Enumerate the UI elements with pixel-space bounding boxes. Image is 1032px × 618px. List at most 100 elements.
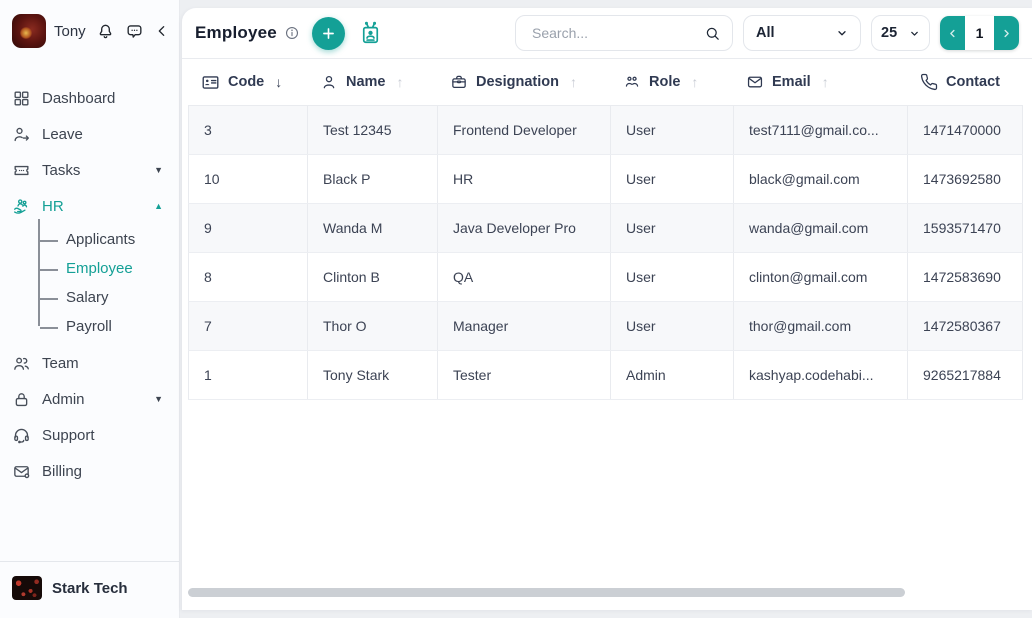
cell-contact: 9265217884: [908, 351, 1023, 399]
sidebar-subitem-salary[interactable]: Salary: [38, 283, 167, 312]
app-root: Tony Dashboard Leave Tasks: [0, 0, 1032, 618]
next-page-button[interactable]: [994, 16, 1019, 50]
table-row[interactable]: 3 Test 12345 Frontend Developer User tes…: [188, 106, 1023, 155]
cell-contact: 1473692580: [908, 155, 1023, 203]
cell-email: black@gmail.com: [734, 155, 908, 203]
user-name: Tony: [54, 23, 87, 40]
table-row[interactable]: 1 Tony Stark Tester Admin kashyap.codeha…: [188, 351, 1023, 400]
sidebar-subitem-applicants[interactable]: Applicants: [38, 225, 167, 254]
collapse-sidebar-button[interactable]: [153, 22, 171, 40]
cell-name: Black P: [308, 155, 438, 203]
column-header-role[interactable]: Role ↑: [610, 73, 733, 91]
column-header-code[interactable]: Code ↓: [188, 73, 307, 92]
cell-name: Clinton B: [308, 253, 438, 301]
users-icon: [623, 73, 641, 91]
id-badge-icon: [357, 18, 384, 48]
sidebar-item-tasks[interactable]: Tasks ▼: [12, 152, 167, 188]
sidebar: Tony Dashboard Leave Tasks: [0, 0, 180, 618]
info-icon[interactable]: [284, 25, 300, 41]
column-label: Contact: [946, 74, 1000, 90]
user-avatar[interactable]: [12, 14, 46, 48]
cell-code: 10: [189, 155, 308, 203]
cell-name: Test 12345: [308, 106, 438, 154]
employee-panel: Employee: [182, 8, 1032, 610]
sidebar-item-dashboard[interactable]: Dashboard: [12, 80, 167, 116]
column-header-designation[interactable]: Designation ↑: [437, 73, 610, 91]
sidebar-footer: Stark Tech: [0, 561, 179, 618]
messages-button[interactable]: [124, 21, 145, 42]
chevron-down-icon: [909, 28, 920, 39]
briefcase-icon: [450, 73, 468, 91]
sidebar-item-label: Billing: [42, 463, 82, 480]
main-area: Employee: [180, 0, 1032, 618]
add-employee-button[interactable]: [312, 17, 345, 50]
cell-contact: 1472580367: [908, 302, 1023, 350]
column-header-contact[interactable]: Contact: [907, 73, 1023, 91]
cell-code: 8: [189, 253, 308, 301]
notifications-button[interactable]: [95, 21, 116, 42]
sort-asc-icon: ↑: [397, 74, 404, 90]
cell-code: 7: [189, 302, 308, 350]
sidebar-subitem-employee[interactable]: Employee: [38, 254, 167, 283]
sidebar-item-support[interactable]: Support: [12, 417, 167, 453]
cell-role: User: [611, 106, 734, 154]
toolbar-right: All 25 1: [515, 15, 1019, 51]
horizontal-scrollbar[interactable]: [188, 588, 905, 597]
cell-email: wanda@gmail.com: [734, 204, 908, 252]
column-header-email[interactable]: Email ↑: [733, 73, 907, 91]
table-row[interactable]: 8 Clinton B QA User clinton@gmail.com 14…: [188, 253, 1023, 302]
table-row[interactable]: 9 Wanda M Java Developer Pro User wanda@…: [188, 204, 1023, 253]
column-label: Name: [346, 74, 386, 90]
sidebar-item-billing[interactable]: Billing: [12, 453, 167, 489]
table-row[interactable]: 10 Black P HR User black@gmail.com 14736…: [188, 155, 1023, 204]
sidebar-subitem-payroll[interactable]: Payroll: [38, 312, 167, 341]
search-input[interactable]: [530, 24, 704, 42]
sidebar-item-admin[interactable]: Admin ▼: [12, 381, 167, 417]
sort-desc-icon: ↓: [275, 74, 282, 90]
toolbar-left: Employee: [195, 17, 384, 50]
chevron-right-icon: [1000, 27, 1013, 40]
bell-icon: [96, 22, 115, 41]
chevron-up-icon: ▲: [154, 201, 167, 211]
table-body: 3 Test 12345 Frontend Developer User tes…: [188, 106, 1023, 400]
cell-designation: HR: [438, 155, 611, 203]
filter-select[interactable]: All: [743, 15, 861, 51]
subitem-label: Employee: [66, 260, 133, 277]
sidebar-header: Tony: [0, 0, 179, 56]
sidebar-item-leave[interactable]: Leave: [12, 116, 167, 152]
id-badge-button[interactable]: [357, 18, 384, 48]
chevron-left-icon: [154, 23, 170, 39]
dashboard-icon: [12, 89, 31, 108]
cell-code: 1: [189, 351, 308, 399]
cell-contact: 1472583690: [908, 253, 1023, 301]
sidebar-item-team[interactable]: Team: [12, 345, 167, 381]
cell-designation: Frontend Developer: [438, 106, 611, 154]
sidebar-item-label: Leave: [42, 126, 83, 143]
cell-role: User: [611, 155, 734, 203]
cell-email: clinton@gmail.com: [734, 253, 908, 301]
sidebar-item-hr[interactable]: HR ▲: [12, 188, 167, 224]
cell-name: Wanda M: [308, 204, 438, 252]
cell-contact: 1593571470: [908, 204, 1023, 252]
cell-code: 3: [189, 106, 308, 154]
page-size-select[interactable]: 25: [871, 15, 930, 51]
cell-contact: 1471470000: [908, 106, 1023, 154]
cell-designation: Java Developer Pro: [438, 204, 611, 252]
toolbar: Employee: [182, 8, 1032, 59]
company-name: Stark Tech: [52, 580, 128, 597]
cell-email: kashyap.codehabi...: [734, 351, 908, 399]
table-row[interactable]: 7 Thor O Manager User thor@gmail.com 147…: [188, 302, 1023, 351]
column-label: Email: [772, 74, 811, 90]
billing-envelope-icon: [12, 462, 31, 481]
column-label: Role: [649, 74, 680, 90]
plus-icon: [320, 25, 337, 42]
sidebar-item-label: Tasks: [42, 162, 80, 179]
chevron-down-icon: [836, 27, 848, 39]
sidebar-item-label: HR: [42, 198, 64, 215]
search-box: [515, 15, 733, 51]
table-header: Code ↓ Name ↑ Designation ↑: [188, 59, 1023, 106]
prev-page-button[interactable]: [940, 16, 965, 50]
column-header-name[interactable]: Name ↑: [307, 73, 437, 91]
user-icon: [320, 73, 338, 91]
column-label: Code: [228, 74, 264, 90]
